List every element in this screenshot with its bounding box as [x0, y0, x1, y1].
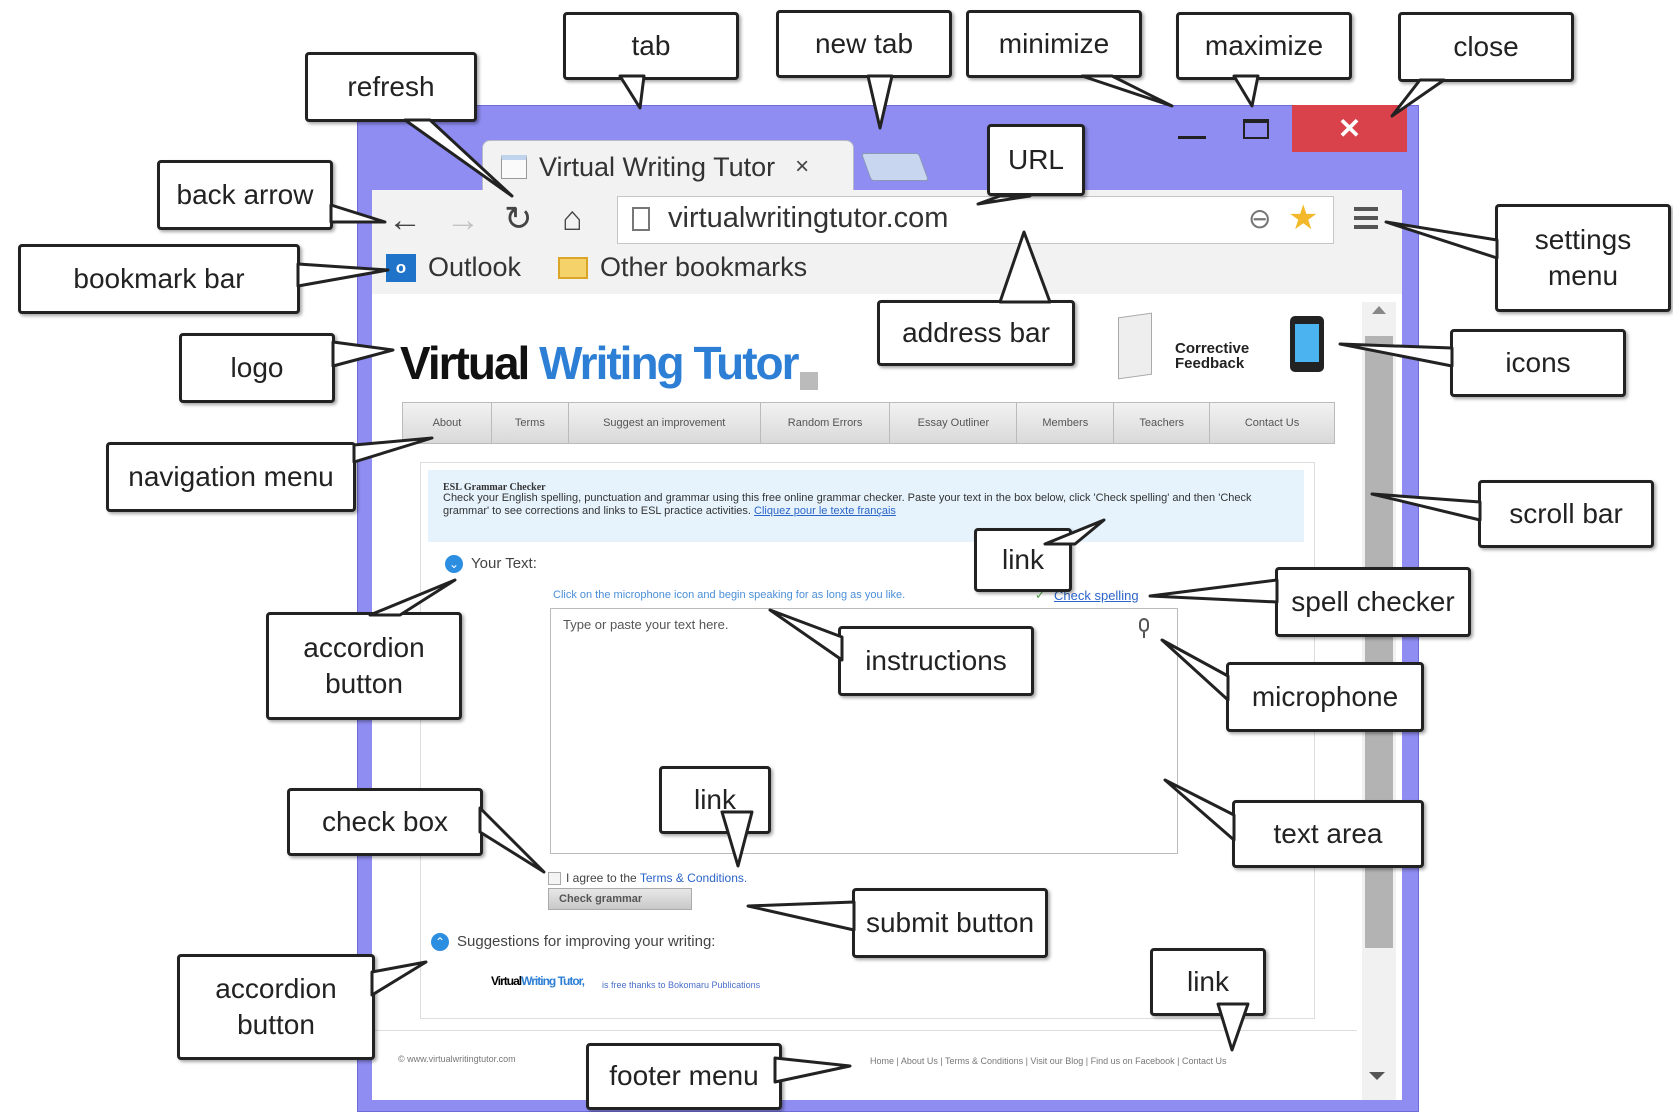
nav-item-essay-outliner[interactable]: Essay Outliner — [890, 403, 1018, 443]
refresh-icon[interactable]: ↻ — [504, 202, 533, 236]
callout-microphone: microphone — [1226, 662, 1424, 732]
accordion-button-your-text[interactable]: ⌄ — [445, 555, 463, 573]
scroll-up-icon[interactable] — [1372, 306, 1386, 314]
callout-refresh: refresh — [305, 52, 477, 122]
nav-item-contact[interactable]: Contact Us — [1210, 403, 1334, 443]
pointer-minimize — [1080, 74, 1174, 108]
bookmark-other[interactable]: Other bookmarks — [558, 252, 807, 283]
microphone-icon[interactable] — [1139, 618, 1149, 632]
minimize-icon[interactable] — [1178, 136, 1206, 139]
suggestions-label: Suggestions for improving your writing: — [457, 933, 716, 950]
callout-minimize: minimize — [966, 10, 1142, 78]
mini-logo-part2: Writing Tutor, — [521, 974, 585, 988]
instructions-text: Click on the microphone icon and begin s… — [553, 589, 906, 601]
callout-address-bar: address bar — [877, 300, 1075, 366]
navigation-menu: About Terms Suggest an improvement Rando… — [402, 402, 1335, 444]
nav-item-teachers[interactable]: Teachers — [1114, 403, 1211, 443]
agree-text: I agree to the Terms & Conditions. — [566, 871, 747, 885]
callout-footer-menu: footer menu — [586, 1043, 782, 1110]
nav-item-about[interactable]: About — [403, 403, 492, 443]
pointer-tab — [618, 74, 646, 110]
your-text-label: Your Text: — [471, 555, 537, 572]
callout-link-3: link — [1150, 948, 1266, 1016]
mobile-phone-icon[interactable] — [1290, 316, 1324, 372]
logo-part2: Writing Tutor — [539, 337, 799, 389]
footer-menu[interactable]: Home | About Us | Terms & Conditions | V… — [870, 1056, 1227, 1066]
book-icon[interactable] — [1118, 312, 1152, 380]
callout-settings-menu: settings menu — [1495, 204, 1671, 312]
callout-new-tab: new tab — [776, 10, 952, 78]
bookmark-label: Other bookmarks — [600, 252, 808, 282]
logo-decoration — [799, 372, 818, 390]
scroll-down-icon[interactable] — [1369, 1072, 1385, 1080]
callout-tab: tab — [563, 12, 739, 80]
bookmark-bar — [372, 250, 1402, 295]
tab-title: Virtual Writing Tutor — [539, 151, 776, 182]
callout-accordion-button-2: accordion button — [177, 954, 375, 1060]
bookmark-label: Outlook — [428, 252, 522, 282]
terms-link[interactable]: Terms & Conditions. — [640, 871, 747, 885]
callout-submit-button: submit button — [852, 888, 1048, 958]
info-text: Check your English spelling, punctuation… — [443, 492, 1293, 518]
callout-url: URL — [987, 124, 1085, 196]
callout-bookmark-bar: bookmark bar — [18, 244, 300, 314]
folder-icon — [558, 256, 588, 279]
logo-part1: Virtual — [400, 337, 530, 389]
callout-link-1: link — [974, 528, 1072, 592]
bookmark-star-icon[interactable]: ★ — [1288, 198, 1318, 238]
maximize-icon[interactable] — [1243, 119, 1269, 139]
url-text[interactable]: virtualwritingtutor.com — [668, 202, 948, 235]
callout-link-2: link — [659, 766, 771, 834]
address-bar[interactable]: virtualwritingtutor.com — [617, 196, 1334, 244]
callout-close: close — [1398, 12, 1574, 82]
nav-item-random-errors[interactable]: Random Errors — [761, 403, 891, 443]
microphone-stem — [1143, 632, 1145, 638]
callout-icons: icons — [1450, 329, 1626, 397]
callout-text-area: text area — [1232, 800, 1424, 868]
back-arrow-icon[interactable]: ← — [388, 203, 422, 237]
footer-copyright: © www.virtualwritingtutor.com — [398, 1054, 516, 1064]
accordion-button-suggestions[interactable]: ⌃ — [431, 933, 449, 951]
bookmark-outlook[interactable]: o Outlook — [386, 252, 521, 283]
mini-logo: VirtualWriting Tutor, — [491, 974, 585, 988]
callout-scroll-bar: scroll bar — [1478, 480, 1654, 548]
outlook-icon: o — [386, 253, 416, 282]
callout-maximize: maximize — [1176, 12, 1352, 80]
nav-item-members[interactable]: Members — [1017, 403, 1115, 443]
page-icon — [632, 207, 650, 231]
callout-back-arrow: back arrow — [157, 160, 333, 230]
new-tab-button[interactable] — [860, 153, 930, 181]
corrective-feedback-icon[interactable]: Corrective Feedback — [1175, 341, 1265, 371]
zoom-icon[interactable]: ⊖ — [1248, 202, 1271, 235]
home-icon[interactable]: ⌂ — [562, 202, 583, 236]
callout-instructions: instructions — [838, 626, 1034, 696]
terms-checkbox[interactable] — [548, 872, 561, 885]
callout-check-box: check box — [287, 788, 483, 856]
mini-logo-part1: Virtual — [491, 974, 522, 988]
callout-logo: logo — [179, 333, 335, 403]
submit-button[interactable]: Check grammar — [548, 888, 692, 910]
callout-spell-checker: spell checker — [1275, 567, 1471, 637]
agree-label: I agree to the — [566, 871, 637, 885]
nav-item-terms[interactable]: Terms — [492, 403, 569, 443]
text-area-placeholder: Type or paste your text here. — [563, 617, 729, 632]
forward-arrow-icon[interactable]: → — [446, 203, 480, 237]
pointer-maximize — [1232, 74, 1260, 108]
callout-navigation-menu: navigation menu — [106, 442, 356, 512]
settings-menu-icon[interactable] — [1354, 207, 1378, 234]
page-favicon-icon — [501, 155, 527, 179]
publisher-link[interactable]: is free thanks to Bokomaru Publications — [602, 980, 760, 990]
callout-accordion-button-1: accordion button — [266, 612, 462, 720]
tab-close-icon[interactable]: × — [795, 153, 809, 181]
french-link[interactable]: Cliquez pour le texte français — [754, 505, 896, 517]
browser-tab[interactable]: Virtual Writing Tutor × — [482, 140, 854, 193]
nav-item-suggest[interactable]: Suggest an improvement — [569, 403, 761, 443]
close-button[interactable]: ✕ — [1292, 105, 1407, 152]
site-logo[interactable]: Virtual Writing Tutor — [400, 336, 818, 390]
